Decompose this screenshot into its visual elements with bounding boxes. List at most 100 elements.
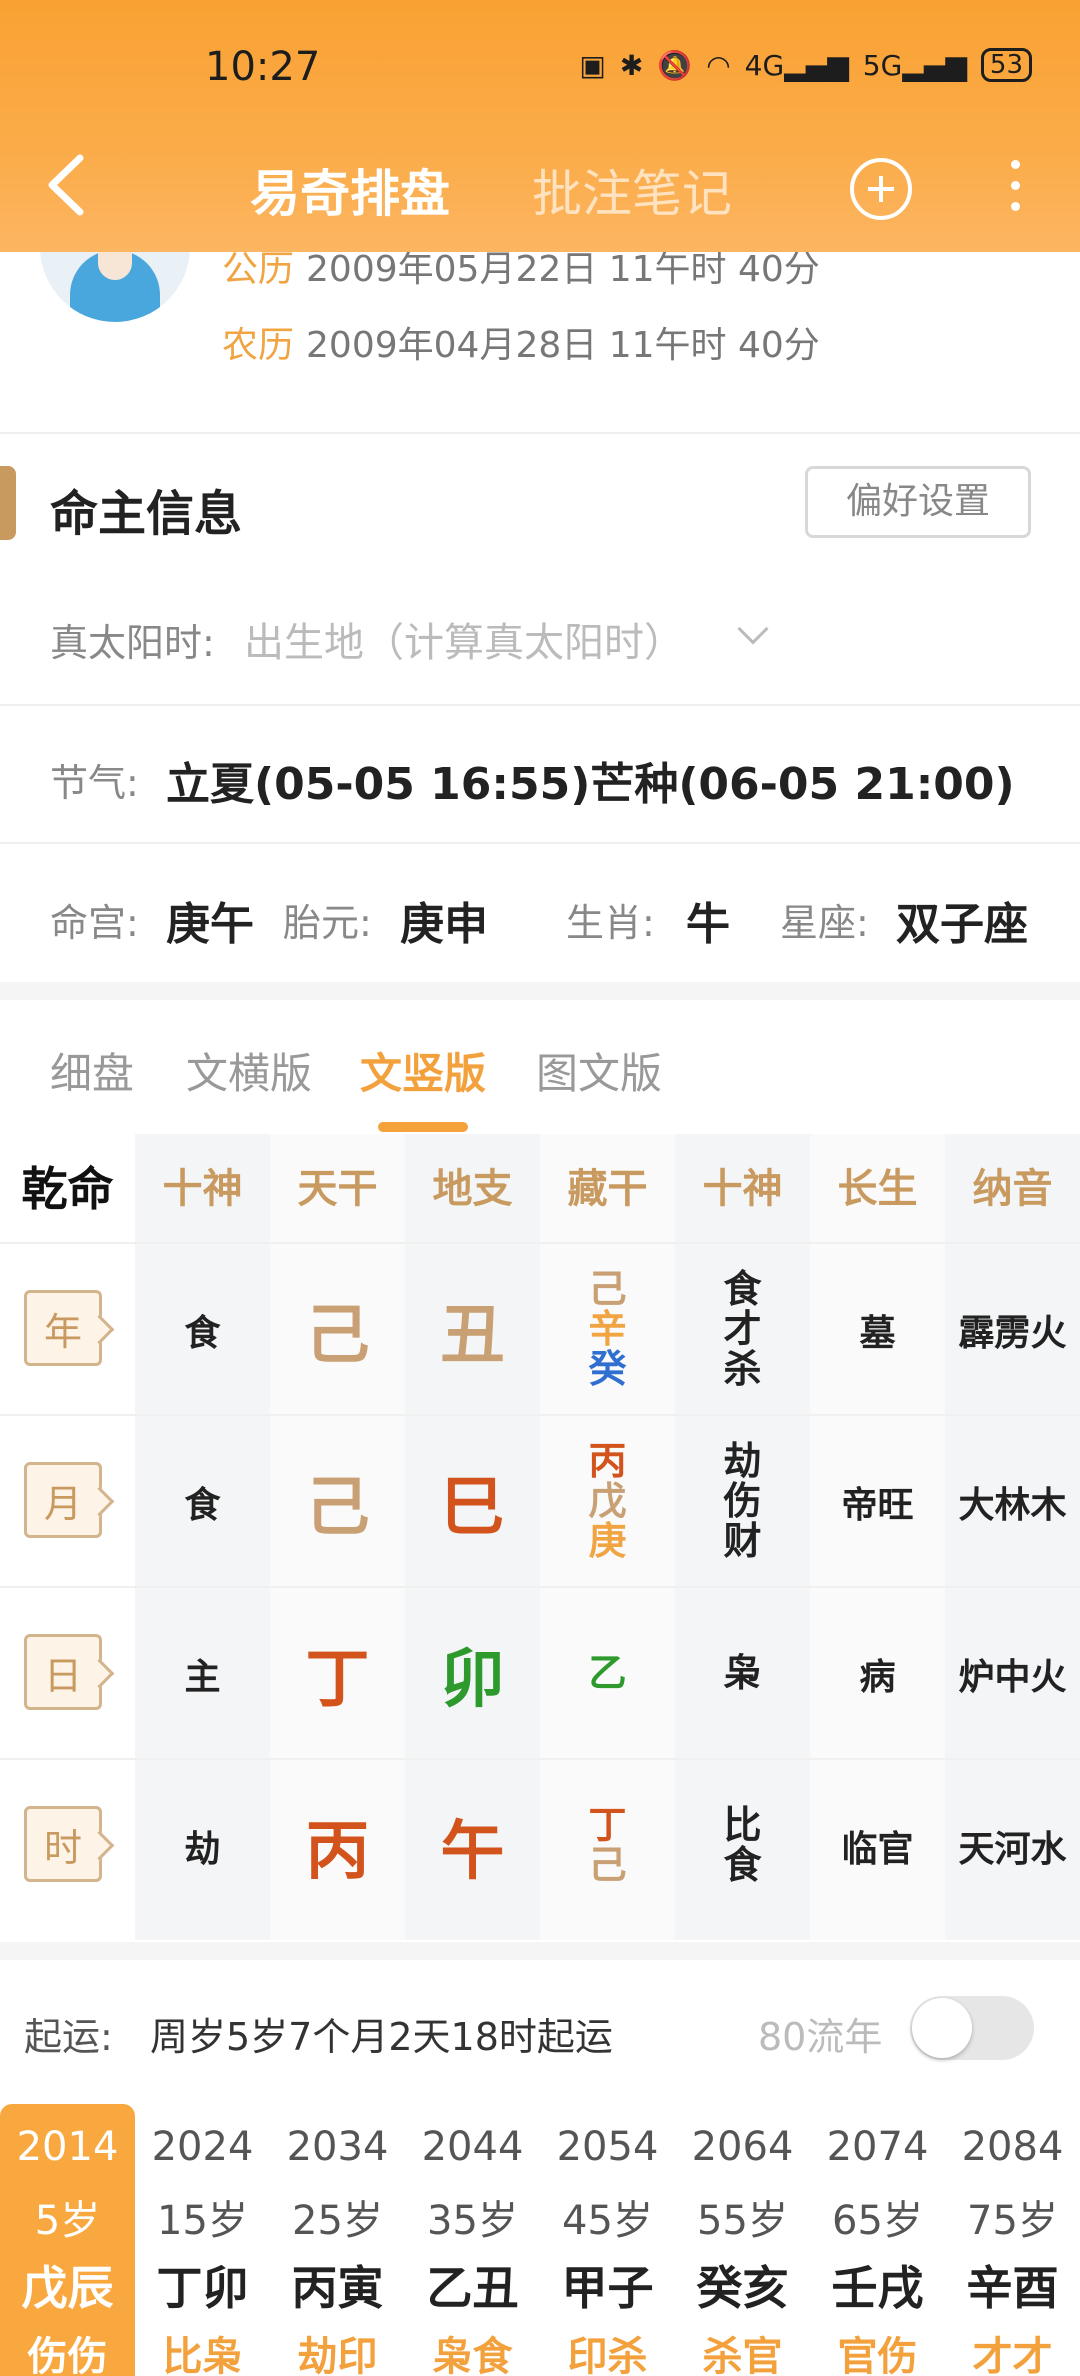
palace-row: 命宫: 庚午 胎元: 庚申 生肖: 牛 星座: 双子座: [0, 844, 1080, 980]
header-shishen: 十神: [162, 1166, 243, 1212]
pillar-tag[interactable]: 时: [24, 1806, 102, 1882]
back-icon[interactable]: [40, 150, 100, 220]
network2-label: 5G: [862, 48, 903, 82]
dayun-age: 45岁: [562, 2198, 653, 2244]
nayin-cell: 炉中火: [958, 1657, 1067, 1698]
section-title: 命主信息: [50, 486, 243, 542]
shishen2-char: 比: [723, 1803, 762, 1848]
network-label: 4G: [744, 48, 785, 82]
dayun-ganzhi: 戊辰: [21, 2261, 114, 2315]
jieqi-label: 节气:: [50, 761, 139, 805]
shishen-cell: 食: [184, 1313, 221, 1354]
dayun-item[interactable]: 2014 5岁 戊辰 伤伤: [0, 2104, 135, 2376]
dayun-shishen: 官伤: [837, 2334, 918, 2376]
dayun-shishen: 枭食: [432, 2334, 513, 2376]
bazi-table: 乾命 十神 天干 地支 藏干 十神 长生 纳音 年食己丑己辛癸食才杀墓霹雳火月食…: [0, 1134, 1080, 1940]
dayun-item[interactable]: 2084 75岁 辛酉 才才: [945, 2104, 1080, 2376]
birthplace-select[interactable]: 出生地（计算真太阳时）: [244, 610, 684, 668]
table-corner: 乾命: [21, 1162, 114, 1216]
jieqi-value: 立夏(05-05 16:55)芒种(06-05 21:00): [166, 759, 1015, 810]
canggan-char: 戊: [588, 1479, 627, 1524]
dayun-item[interactable]: 2034 25岁 丙寅 劫印: [270, 2104, 405, 2376]
signal-4g-icon: 4G▂▄▆: [744, 48, 849, 82]
shishen2-char: 枭: [723, 1651, 762, 1696]
signal-5g-icon: 5G▂▄▆: [862, 48, 967, 82]
dayun-year: 2014: [16, 2124, 119, 2170]
dayun-item[interactable]: 2074 65岁 壬戌 官伤: [810, 2104, 945, 2376]
dayun-shishen: 才才: [972, 2334, 1053, 2376]
add-icon[interactable]: [850, 158, 912, 220]
shengxiao-label: 生肖:: [566, 901, 655, 945]
tab-xipan[interactable]: 细盘: [50, 1040, 134, 1101]
dayun-item[interactable]: 2064 55岁 癸亥 杀官: [675, 2104, 810, 2376]
shishen2-char: 才: [723, 1307, 762, 1352]
dayun-age: 75岁: [967, 2198, 1058, 2244]
chevron-down-icon[interactable]: [737, 613, 769, 645]
canggan-cell: 乙: [540, 1588, 675, 1760]
status-icons: ▣ ✱ 🔕 ◠ 4G▂▄▆ 5G▂▄▆ 53: [579, 48, 1032, 82]
tab-wenheng[interactable]: 文横版: [186, 1040, 312, 1101]
tiangan-cell: 丙: [305, 1815, 370, 1889]
header-shishen2: 十神: [702, 1166, 783, 1212]
section-gap: [0, 1942, 1080, 1960]
dayun-ganzhi: 壬戌: [831, 2261, 924, 2315]
tab-notes[interactable]: 批注笔记: [532, 154, 732, 226]
dayun-ganzhi: 丙寅: [291, 2261, 384, 2315]
nav-bar: 易奇排盘 批注笔记: [0, 140, 1080, 240]
canggan-char: 庚: [588, 1518, 627, 1563]
tab-paipan[interactable]: 易奇排盘: [250, 154, 450, 226]
shishen2-char: 食: [723, 1267, 762, 1312]
dayun-shishen: 印杀: [567, 2334, 648, 2376]
dayun-year: 2034: [286, 2124, 389, 2170]
changsheng-cell: 墓: [859, 1313, 896, 1354]
nayin-cell: 天河水: [958, 1829, 1067, 1870]
solar-value: 2009年05月22日 11午时 40分: [306, 249, 820, 290]
pillar-tag[interactable]: 月: [24, 1462, 102, 1538]
tiangan-cell: 己: [305, 1299, 370, 1373]
taiyuan-label: 胎元:: [283, 901, 372, 945]
toggle-knob: [912, 1998, 972, 2058]
pillar-tag[interactable]: 年: [24, 1290, 102, 1366]
dayun-age: 5岁: [34, 2198, 101, 2244]
dayun-year: 2044: [421, 2124, 524, 2170]
dayun-year: 2054: [556, 2124, 659, 2170]
canggan-char: 己: [588, 1267, 627, 1312]
pillar-tag[interactable]: 日: [24, 1634, 102, 1710]
dayun-age: 25岁: [292, 2198, 383, 2244]
solar-label: 公历: [222, 249, 295, 290]
dayun-ganzhi: 丁卯: [156, 2261, 249, 2315]
qiyun-value: 周岁5岁7个月2天18时起运: [150, 2015, 613, 2059]
dayun-item[interactable]: 2044 35岁 乙丑 枭食: [405, 2104, 540, 2376]
preferences-button[interactable]: 偏好设置: [805, 466, 1031, 538]
changsheng-cell: 病: [859, 1657, 896, 1698]
dayun-year: 2074: [826, 2124, 929, 2170]
mute-bell-icon: 🔕: [657, 48, 693, 82]
liunian-toggle[interactable]: [910, 1996, 1034, 2060]
dayun-item[interactable]: 2024 15岁 丁卯 比枭: [135, 2104, 270, 2376]
lunar-date-row: 农历 2009年04月28日 11午时 40分: [222, 316, 820, 368]
dayun-shishen: 比枭: [162, 2334, 243, 2376]
nfc-icon: ▣: [579, 48, 606, 82]
shishen2-char: 杀: [723, 1346, 762, 1391]
canggan-cell: 丙戊庚: [540, 1416, 675, 1588]
tab-tuwen[interactable]: 图文版: [536, 1040, 662, 1101]
canggan-char: 乙: [588, 1651, 627, 1696]
dayun-item[interactable]: 2054 45岁 甲子 印杀: [540, 2104, 675, 2376]
xingzuo-label: 星座:: [780, 901, 869, 945]
lunar-value: 2009年04月28日 11午时 40分: [306, 325, 820, 366]
dayun-strip: 2014 5岁 戊辰 伤伤 2024 15岁 丁卯 比枭 2034 25岁 丙寅 劫印 2044 35岁乙…: [0, 2104, 1080, 2376]
section-accent-bar: [0, 466, 16, 540]
dayun-age: 55岁: [697, 2198, 788, 2244]
shishen2-cell: 枭: [675, 1588, 810, 1760]
shengxiao-value: 牛: [686, 899, 730, 950]
dayun-ganzhi: 癸亥: [696, 2261, 789, 2315]
header-canggan: 藏干: [567, 1166, 648, 1212]
section-header: 命主信息 偏好设置: [0, 436, 1080, 566]
dayun-year: 2064: [691, 2124, 794, 2170]
shishen2-char: 伤: [723, 1479, 762, 1524]
tab-wenshu[interactable]: 文竖版: [360, 1040, 486, 1101]
true-solar-row[interactable]: 真太阳时: 出生地（计算真太阳时）: [0, 568, 1080, 704]
qiyun-label: 起运:: [24, 2015, 113, 2059]
nayin-cell: 霹雳火: [958, 1313, 1067, 1354]
more-icon[interactable]: [1005, 160, 1025, 220]
